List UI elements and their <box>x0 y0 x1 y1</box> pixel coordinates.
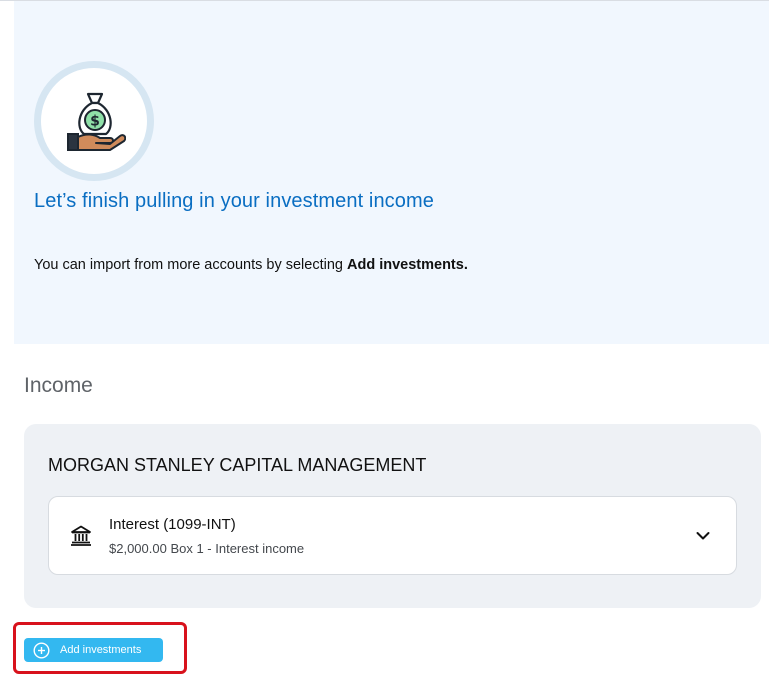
form-row-1099-int[interactable]: Interest (1099-INT) $2,000.00 Box 1 - In… <box>48 496 737 575</box>
payer-card: MORGAN STANLEY CAPITAL MANAGEMENT Intere… <box>24 424 761 608</box>
chevron-down-icon[interactable] <box>695 528 711 544</box>
form-label: Interest (1099-INT) <box>109 516 236 533</box>
hero-description-text: You can import from more accounts by sel… <box>34 257 347 273</box>
hero-description: You can import from more accounts by sel… <box>34 257 468 273</box>
hero-banner: $ Let’s finish pulling in your investmen… <box>14 1 769 344</box>
payer-name: MORGAN STANLEY CAPITAL MANAGEMENT <box>48 455 427 475</box>
hero-icon-circle: $ <box>41 68 147 174</box>
hero-title: Let’s finish pulling in your investment … <box>34 190 434 212</box>
hero-icon-ring: $ <box>34 61 154 181</box>
form-detail: $2,000.00 Box 1 - Interest income <box>109 541 305 556</box>
page: $ Let’s finish pulling in your investmen… <box>0 0 769 676</box>
add-investments-button[interactable]: Add investments <box>24 638 163 662</box>
add-investments-label: Add investments <box>60 644 142 656</box>
money-bag-hand-icon: $ <box>67 92 126 151</box>
hero-description-bold: Add investments. <box>346 257 468 273</box>
svg-text:$: $ <box>90 114 100 130</box>
bank-icon <box>71 525 91 546</box>
income-section-title: Income <box>24 374 93 397</box>
plus-circle-icon <box>33 641 50 659</box>
